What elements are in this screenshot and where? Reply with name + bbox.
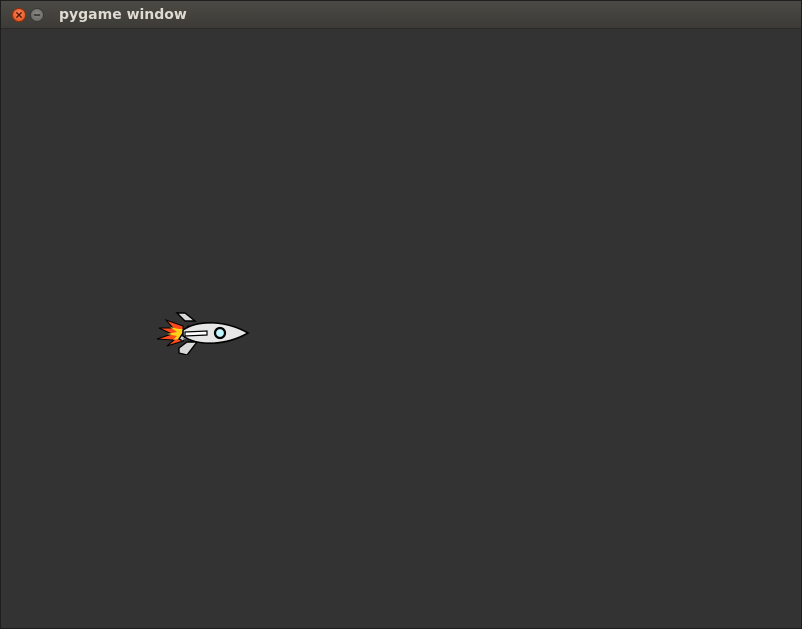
rocket-window xyxy=(213,326,227,340)
rocket-lower-fin xyxy=(178,341,199,355)
window-title: pygame window xyxy=(59,7,187,23)
game-canvas[interactable] xyxy=(1,29,801,628)
rocket-upper-fin xyxy=(175,312,197,322)
minimize-button[interactable] xyxy=(30,8,44,22)
title-bar[interactable]: pygame window xyxy=(1,1,801,29)
close-button[interactable] xyxy=(12,8,26,22)
close-icon xyxy=(16,12,22,18)
rocket-ship-icon xyxy=(156,312,250,355)
pygame-window: pygame window xyxy=(0,0,802,629)
rocket-stripe xyxy=(184,330,208,337)
minimize-icon xyxy=(33,14,41,16)
